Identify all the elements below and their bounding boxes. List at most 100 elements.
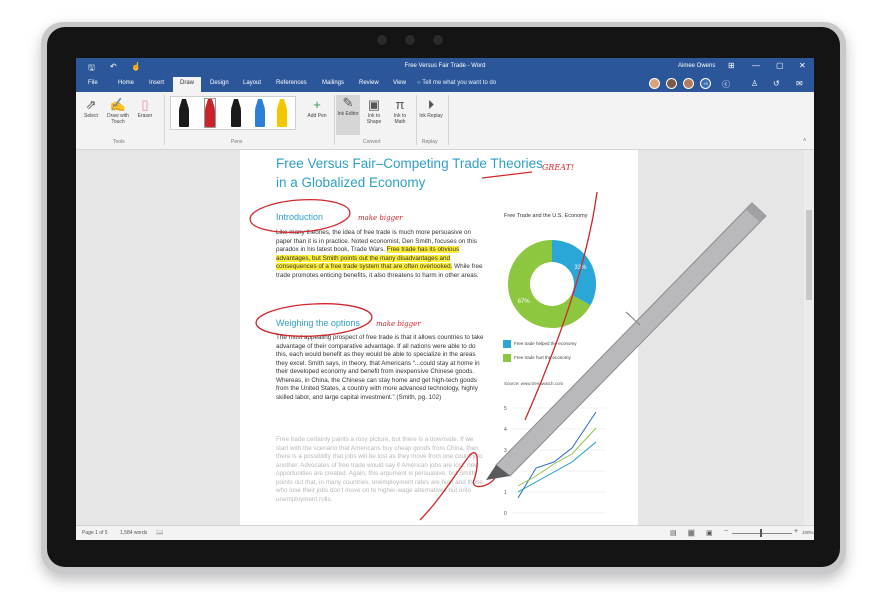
plus-icon: + bbox=[313, 97, 321, 112]
tab-review[interactable]: Review bbox=[359, 80, 379, 86]
donut-slice-label: 67% bbox=[518, 299, 531, 305]
touch-draw-icon: ✍ bbox=[109, 97, 127, 112]
divider bbox=[416, 95, 417, 145]
chart-line-green bbox=[517, 427, 597, 487]
ink-annotation-make-bigger: make bigger bbox=[376, 320, 421, 328]
y-tick-label: 0 bbox=[504, 511, 507, 517]
highlighter-yellow[interactable] bbox=[277, 99, 287, 127]
history-icon[interactable]: ↺ bbox=[773, 79, 780, 88]
ink-editor-icon: ✎ bbox=[342, 95, 354, 110]
tab-insert[interactable]: Insert bbox=[149, 80, 164, 86]
ink-annotation-great: GREAT! bbox=[542, 163, 575, 172]
tab-layout[interactable]: Layout bbox=[243, 80, 261, 86]
maximize-button[interactable]: ▢ bbox=[776, 61, 784, 70]
y-tick-label: 3 bbox=[504, 448, 507, 454]
draw-touch-label: Draw with Touch bbox=[107, 113, 129, 125]
weighing-heading: Weighing the options bbox=[276, 318, 360, 328]
shape-icon: ▣ bbox=[367, 97, 381, 112]
collaborator-avatar[interactable] bbox=[666, 78, 677, 89]
word-count[interactable]: 1,584 words bbox=[120, 530, 147, 536]
y-tick-label: 4 bbox=[504, 427, 507, 433]
select-label: Select bbox=[84, 113, 98, 119]
ink-to-math-label: Ink to Math bbox=[393, 113, 407, 125]
word-window: 🖫 ↶ ☝ Free Versus Fair Trade - Word Aime… bbox=[76, 58, 814, 540]
ink-to-shape-button[interactable]: ▣ Ink to Shape bbox=[362, 97, 386, 125]
legend-item-hurt: Free trade hurt the economy bbox=[503, 354, 571, 362]
divider bbox=[448, 95, 449, 145]
comments-icon[interactable]: ✉ bbox=[796, 79, 803, 88]
line-chart: 5 4 3 2 1 0 bbox=[504, 406, 606, 517]
legend-label: Free trade helped the economy bbox=[514, 341, 577, 347]
scrollbar-thumb[interactable] bbox=[806, 210, 812, 300]
ink-annotation-make-bigger: make bigger bbox=[358, 214, 403, 222]
minimize-button[interactable]: — bbox=[752, 61, 760, 70]
tell-me-search[interactable]: ○ Tell me what you want to do bbox=[417, 80, 496, 86]
document-heading: Free Versus Fair–Competing Trade Theorie… bbox=[276, 156, 543, 190]
status-bar: Page 1 of 5 1,584 words 📖 ▤ ▦ ▣ − + 100% bbox=[76, 525, 814, 540]
donut-slice-label: 33% bbox=[574, 265, 587, 271]
user-name[interactable]: Aimee Owens bbox=[678, 63, 715, 69]
zoom-slider-thumb[interactable] bbox=[760, 529, 762, 537]
pen-blue[interactable] bbox=[255, 99, 265, 127]
camera-left bbox=[377, 35, 387, 45]
proofing-icon[interactable]: 📖 bbox=[156, 529, 163, 536]
draw-ribbon: ⇗ Select ✍ Draw with Touch ▯ Eraser Tool… bbox=[76, 92, 814, 150]
ribbon-tabs: File Home Insert Draw Design Layout Refe… bbox=[76, 76, 814, 92]
ribbon-display-icon[interactable]: ⊞ bbox=[728, 61, 735, 70]
collaborator-avatar[interactable] bbox=[649, 78, 660, 89]
collaborator-avatar[interactable] bbox=[683, 78, 694, 89]
convert-group-label: Convert bbox=[363, 139, 381, 145]
y-tick-label: 5 bbox=[504, 406, 507, 412]
tab-view[interactable]: View bbox=[393, 80, 406, 86]
zoom-in-button[interactable]: + bbox=[794, 528, 798, 535]
print-layout-icon[interactable]: ▦ bbox=[688, 529, 695, 537]
tab-design[interactable]: Design bbox=[210, 80, 229, 86]
page-count[interactable]: Page 1 of 5 bbox=[82, 530, 108, 536]
cursor-icon: ⇗ bbox=[85, 97, 97, 112]
pen-dark[interactable] bbox=[231, 99, 241, 127]
ink-to-shape-label: Ink to Shape bbox=[366, 113, 382, 125]
collapse-ribbon-icon[interactable]: ˄ bbox=[803, 138, 807, 144]
intro-paragraph: Like many theories, the idea of free tra… bbox=[276, 229, 486, 280]
select-button[interactable]: ⇗ Select bbox=[80, 97, 102, 119]
collaborator-count[interactable]: +3 bbox=[700, 78, 711, 89]
pen-gallery bbox=[170, 96, 296, 130]
tab-draw[interactable]: Draw bbox=[173, 77, 202, 92]
donut-slice bbox=[552, 240, 596, 306]
add-pen-button[interactable]: + Add Pen bbox=[304, 97, 330, 119]
donut-chart: 33% 67% bbox=[508, 240, 596, 328]
read-mode-icon[interactable]: ▤ bbox=[670, 529, 677, 537]
zoom-out-button[interactable]: − bbox=[724, 528, 728, 535]
eraser-label: Eraser bbox=[137, 113, 153, 119]
zoom-slider[interactable] bbox=[732, 533, 792, 534]
tab-home[interactable]: Home bbox=[118, 80, 134, 86]
tab-references[interactable]: References bbox=[276, 80, 307, 86]
pen-red[interactable] bbox=[204, 98, 216, 128]
document-page[interactable]: Free Versus Fair–Competing Trade Theorie… bbox=[240, 150, 638, 525]
tab-mailings[interactable]: Mailings bbox=[322, 80, 344, 86]
web-layout-icon[interactable]: ▣ bbox=[706, 529, 713, 537]
document-canvas[interactable]: Free Versus Fair–Competing Trade Theorie… bbox=[76, 150, 814, 525]
divider bbox=[164, 95, 165, 145]
divider bbox=[334, 95, 335, 145]
math-icon: π bbox=[395, 97, 405, 112]
vertical-scrollbar[interactable] bbox=[804, 150, 814, 525]
legend-item-helped: Free trade helped the economy bbox=[503, 340, 577, 348]
legend-label: Free trade hurt the economy bbox=[514, 355, 571, 361]
ink-to-math-button[interactable]: π Ink to Math bbox=[388, 97, 412, 125]
share-icon[interactable]: ♙ bbox=[751, 79, 758, 88]
close-button[interactable]: ✕ bbox=[799, 61, 806, 70]
draw-with-touch-button[interactable]: ✍ Draw with Touch bbox=[104, 97, 132, 125]
chart-source: Source: www.trendwatch.com bbox=[504, 381, 564, 386]
eraser-button[interactable]: ▯ Eraser bbox=[134, 97, 156, 119]
chart-title: Free Trade and the U.S. Economy bbox=[504, 213, 588, 219]
zoom-level[interactable]: 100% bbox=[802, 530, 814, 535]
ink-replay-button[interactable]: ⏵ Ink Replay bbox=[418, 97, 444, 119]
add-pen-label: Add Pen bbox=[307, 113, 327, 119]
y-tick-label: 1 bbox=[504, 490, 507, 496]
legend-swatch bbox=[503, 340, 511, 348]
skype-icon[interactable]: ⓒ bbox=[722, 79, 730, 90]
pen-black[interactable] bbox=[179, 99, 189, 127]
tab-file[interactable]: File bbox=[88, 80, 98, 86]
ink-editor-button[interactable]: ✎ Ink Editor bbox=[336, 95, 360, 135]
